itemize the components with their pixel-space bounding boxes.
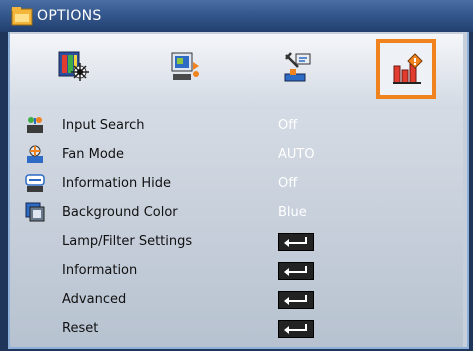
enter-button[interactable]: [278, 262, 314, 280]
row-information-hide[interactable]: Information Hide Off: [10, 170, 463, 198]
image-settings-icon: [58, 51, 89, 81]
row-input-search[interactable]: Input Search Off: [10, 112, 463, 140]
enter-button[interactable]: [278, 320, 314, 338]
info-hide-icon: [25, 174, 45, 192]
row-value: Off: [278, 118, 298, 133]
row-label: Advanced: [62, 292, 127, 307]
options-list: Input Search Off Fan Mode AUTO Informati…: [10, 110, 463, 347]
row-reset[interactable]: Reset: [10, 315, 463, 343]
enter-icon: [284, 324, 307, 334]
fan-icon: [27, 145, 43, 163]
tab-display[interactable]: [156, 40, 214, 96]
setup-icon: [284, 52, 311, 82]
tab-setup[interactable]: [268, 40, 326, 96]
enter-icon: [284, 266, 307, 276]
input-search-icon: [27, 117, 43, 133]
osd-menu-window: OPTIONS Input Search Off Fan Mode AUTO I…: [0, 0, 473, 351]
row-label: Background Color: [62, 205, 178, 220]
row-label: Lamp/Filter Settings: [62, 234, 193, 249]
row-label: Input Search: [62, 118, 145, 133]
row-fan-mode[interactable]: Fan Mode AUTO: [10, 141, 463, 169]
background-color-icon: [25, 202, 45, 222]
window-title: OPTIONS: [37, 8, 102, 24]
enter-icon: [284, 237, 307, 247]
row-value: Off: [278, 176, 298, 191]
options-icon: [393, 53, 423, 84]
row-label: Information Hide: [62, 176, 172, 191]
row-information[interactable]: Information: [10, 257, 463, 285]
row-lamp-filter-settings[interactable]: Lamp/Filter Settings: [10, 228, 463, 256]
tab-bar: [10, 34, 463, 111]
enter-button[interactable]: [278, 233, 314, 251]
row-label: Fan Mode: [62, 147, 125, 162]
row-value: Blue: [278, 205, 307, 220]
row-background-color[interactable]: Background Color Blue: [10, 199, 463, 227]
display-settings-icon: [171, 52, 199, 80]
enter-button[interactable]: [278, 291, 314, 309]
tab-options[interactable]: [376, 39, 436, 99]
options-folder-icon: [11, 7, 33, 26]
tab-image[interactable]: [44, 40, 102, 96]
enter-icon: [284, 295, 307, 305]
row-advanced[interactable]: Advanced: [10, 286, 463, 314]
row-value: AUTO: [278, 147, 315, 162]
row-label: Information: [62, 263, 138, 278]
row-label: Reset: [62, 321, 99, 336]
title-bar: OPTIONS: [0, 0, 473, 32]
